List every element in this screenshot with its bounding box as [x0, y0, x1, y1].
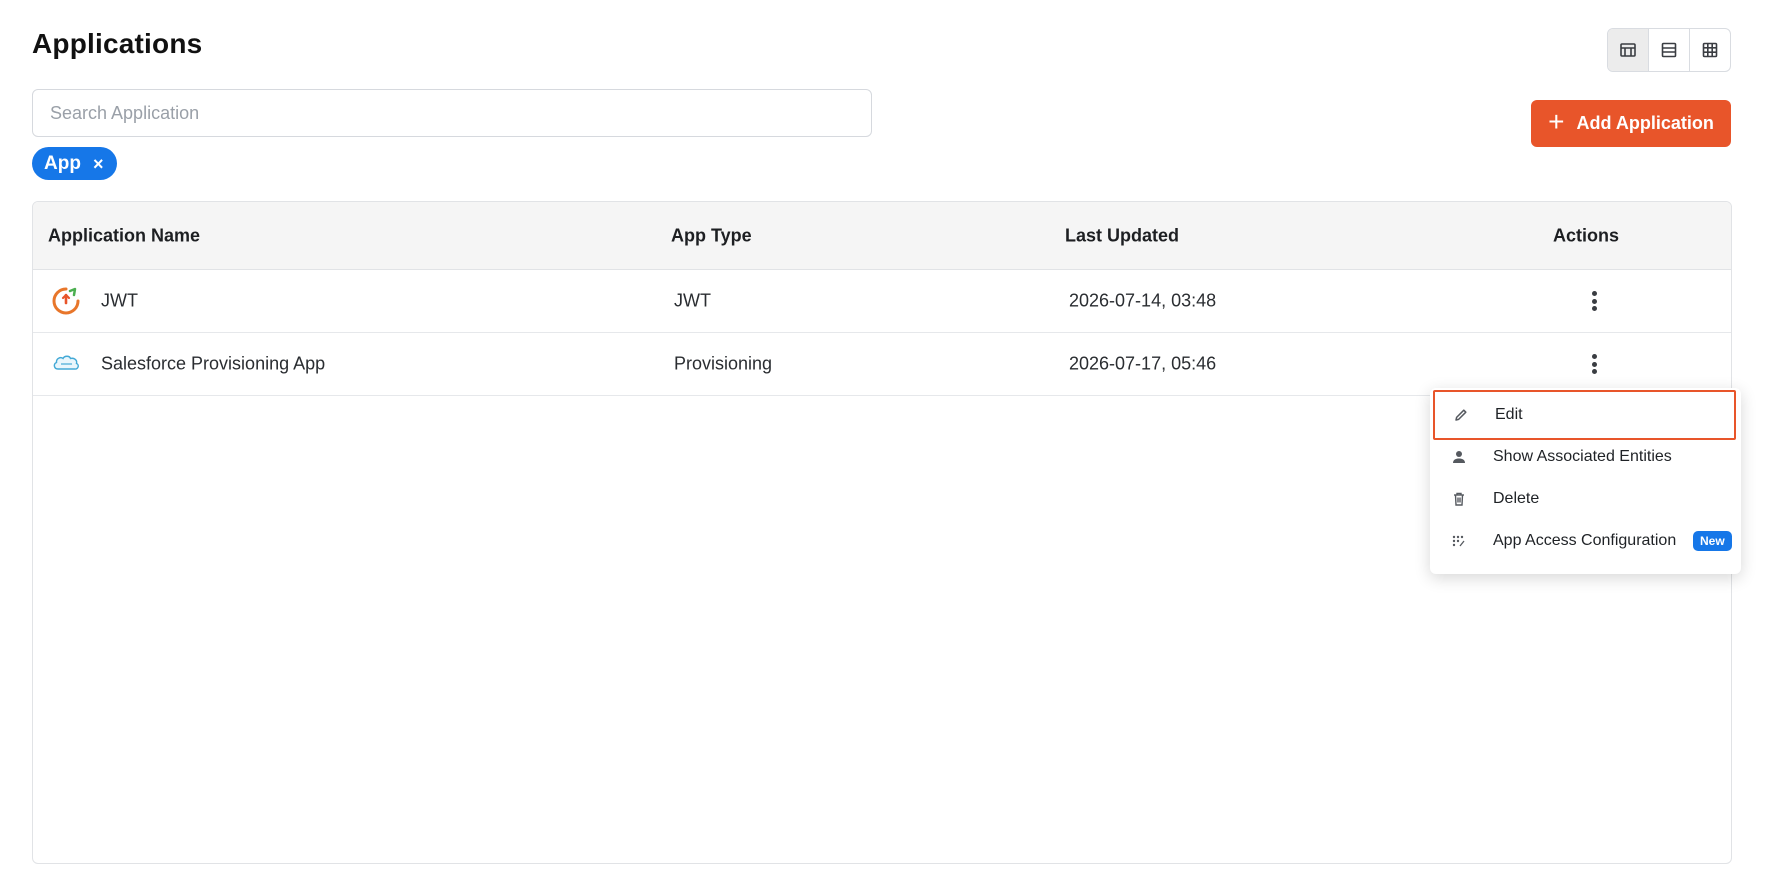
close-icon[interactable]: × [93, 155, 104, 173]
grid-view-button[interactable] [1690, 29, 1730, 71]
list-view-button[interactable] [1649, 29, 1690, 71]
filter-chip-app[interactable]: App × [32, 147, 118, 180]
table-row[interactable]: Salesforce Provisioning App Provisioning… [33, 333, 1731, 396]
more-actions-icon[interactable] [1586, 289, 1602, 313]
dots-grid-icon [1450, 532, 1468, 550]
menu-item-label: Delete [1493, 490, 1540, 507]
table-row[interactable]: JWT JWT 2026-07-14, 03:48 [33, 270, 1731, 333]
jwt-app-icon [52, 287, 80, 315]
app-type: JWT [674, 290, 711, 311]
grid-icon [1702, 42, 1718, 58]
new-badge: New [1693, 531, 1732, 551]
app-type: Provisioning [674, 353, 773, 374]
card-view-button[interactable] [1608, 29, 1649, 71]
menu-item-label: Edit [1495, 406, 1523, 423]
more-actions-icon[interactable] [1586, 352, 1602, 376]
app-name[interactable]: Salesforce Provisioning App [101, 354, 325, 375]
header-last-updated[interactable]: Last Updated [1065, 225, 1179, 246]
last-updated: 2026-07-17, 05:46 [1069, 353, 1217, 374]
user-icon [1450, 448, 1468, 466]
menu-item-label: App Access Configuration [1493, 532, 1677, 549]
salesforce-cloud-icon [53, 355, 79, 370]
trash-icon [1450, 490, 1468, 508]
add-application-button[interactable]: + Add Application [1531, 100, 1731, 147]
list-rows-icon [1661, 42, 1677, 58]
header-application-name[interactable]: Application Name [48, 225, 200, 246]
plus-icon: + [1548, 106, 1565, 137]
table-layout-icon [1620, 43, 1636, 57]
pencil-icon [1452, 406, 1470, 424]
app-name[interactable]: JWT [101, 291, 138, 312]
view-toggle-group [1607, 28, 1731, 72]
table-header: Application Name App Type Last Updated A… [33, 202, 1731, 270]
header-app-type[interactable]: App Type [671, 225, 752, 246]
filter-chip-label: App [44, 152, 81, 174]
search-input[interactable] [32, 89, 872, 137]
menu-item-app-access-configuration[interactable]: App Access Configuration New [1433, 516, 1736, 566]
add-application-label: Add Application [1576, 113, 1714, 133]
page-title: Applications [32, 28, 203, 59]
last-updated: 2026-07-14, 03:48 [1069, 290, 1217, 311]
menu-item-label: Show Associated Entities [1493, 448, 1672, 465]
header-actions: Actions [1553, 225, 1620, 245]
actions-menu: Edit Show Associated Entities Delete App… [1430, 388, 1741, 574]
